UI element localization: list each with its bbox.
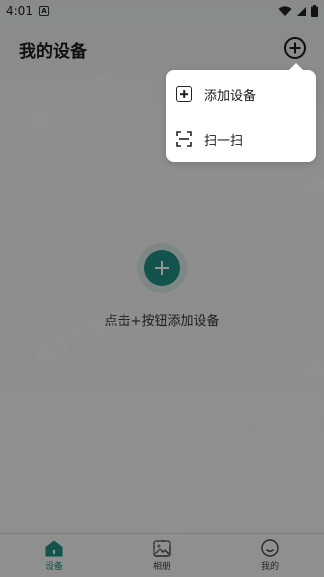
menu-item-label: 添加设备 [204,88,257,104]
add-menu-popup: 添加设备 扫一扫 [166,63,316,162]
menu-item-scan[interactable]: 扫一扫 [166,117,316,161]
scan-icon [176,131,192,147]
menu-item-add-device[interactable]: 添加设备 [166,72,316,116]
menu-item-label: 扫一扫 [204,133,244,149]
plus-square-icon [176,86,192,102]
